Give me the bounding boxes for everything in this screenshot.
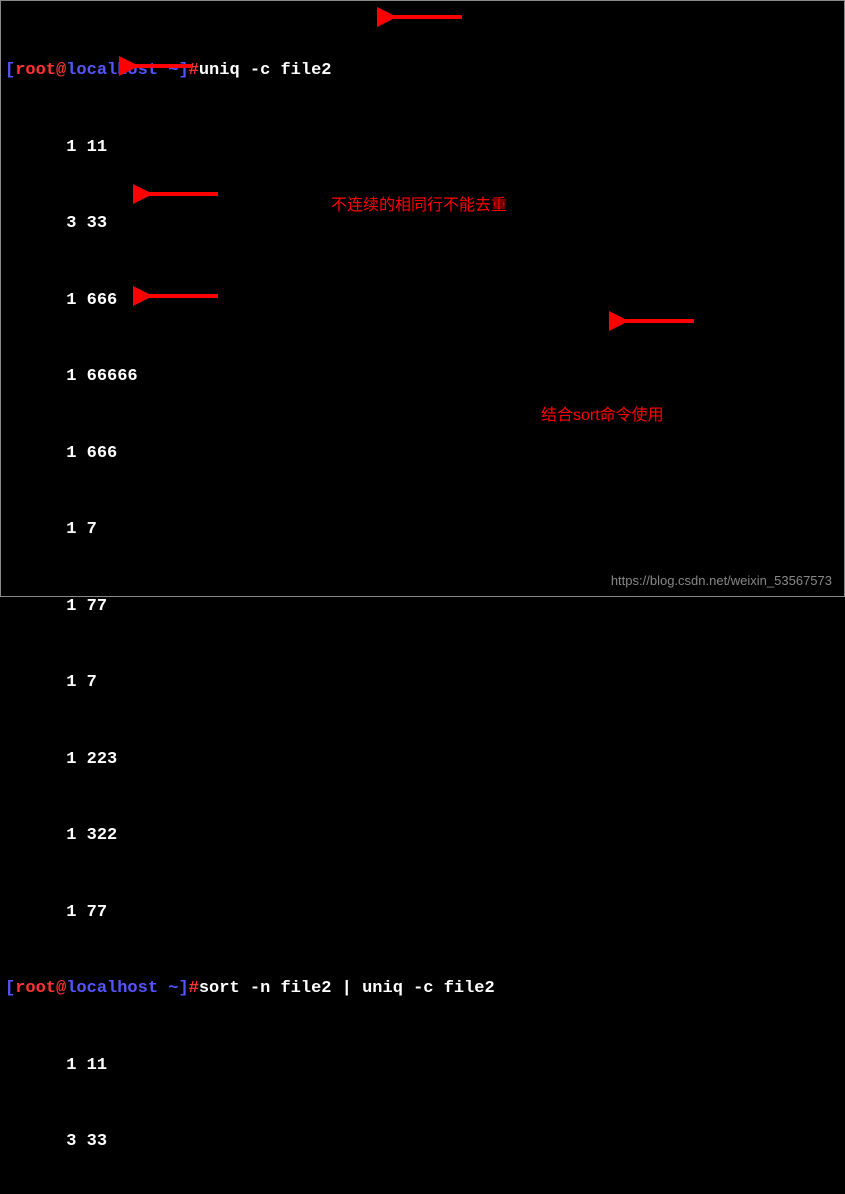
prompt-bracket-open: [ [5,61,15,80]
annotation-text-2: 结合sort命令使用 [541,401,664,425]
output-line: 3 33 [5,1129,840,1155]
prompt-bracket-close: ] [178,979,188,998]
prompt-bracket-close: ] [178,61,188,80]
output-line: 1 666 [5,288,840,314]
annotation-text-1: 不连续的相同行不能去重 [331,191,507,215]
output-line: 1 11 [5,1053,840,1079]
output-line: 1 11 [5,135,840,161]
prompt-at: @ [56,61,66,80]
output-line: 1 7 [5,670,840,696]
prompt-bracket-open: [ [5,979,15,998]
prompt-tilde: ~ [168,61,178,80]
prompt-at: @ [56,979,66,998]
prompt-host: localhost [66,979,158,998]
output-line: 1 322 [5,823,840,849]
command-line-2: [root@localhost ~]#sort -n file2 | uniq … [5,976,840,1002]
prompt-host: localhost [66,61,158,80]
prompt-tilde: ~ [168,979,178,998]
watermark-text: https://blog.csdn.net/weixin_53567573 [611,573,832,588]
prompt-space [158,979,168,998]
output-line: 1 223 [5,747,840,773]
prompt-user: root [15,979,56,998]
output-line: 1 7 [5,517,840,543]
command-text-2: sort -n file2 | uniq -c file2 [199,979,495,998]
output-line: 1 77 [5,594,840,620]
prompt-space [158,61,168,80]
terminal-output[interactable]: [root@localhost ~]#uniq -c file2 1 11 3 … [1,1,844,1194]
prompt-hash: # [189,61,199,80]
output-line: 1 666 [5,441,840,467]
command-text-1: uniq -c file2 [199,61,332,80]
output-line: 1 66666 [5,364,840,390]
prompt-hash: # [189,979,199,998]
command-line-1: [root@localhost ~]#uniq -c file2 [5,58,840,84]
prompt-user: root [15,61,56,80]
output-line: 1 77 [5,900,840,926]
